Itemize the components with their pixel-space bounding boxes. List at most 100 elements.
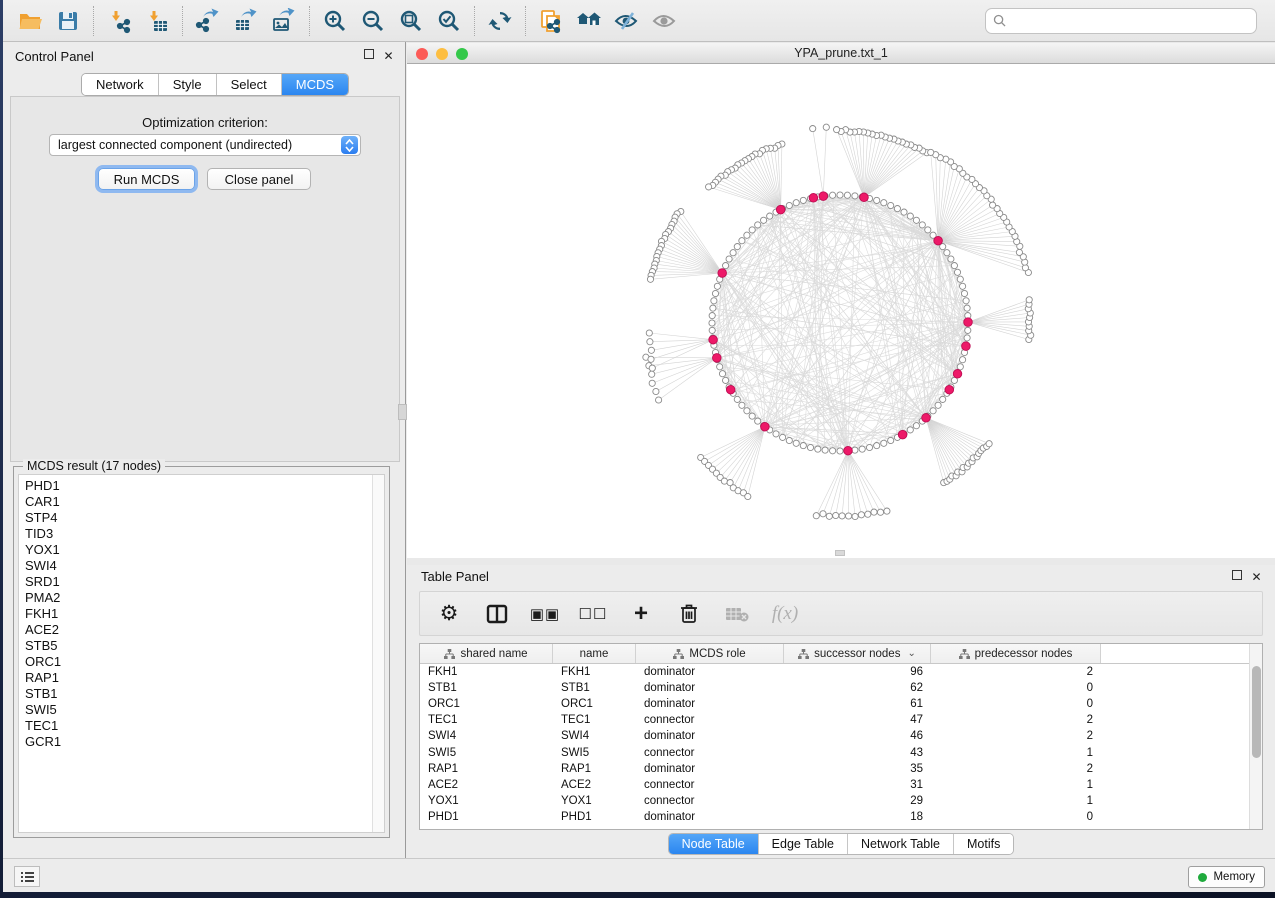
deselect-all-icon[interactable]: ☐☐: [580, 601, 606, 627]
status-bar: Memory: [3, 858, 1275, 892]
result-node-item[interactable]: FKH1: [25, 606, 372, 622]
result-node-item[interactable]: PMA2: [25, 590, 372, 606]
column-header-successor-nodes[interactable]: successor nodes⌄: [784, 644, 931, 663]
zoom-selected-icon[interactable]: [430, 4, 468, 38]
tab-style[interactable]: Style: [159, 74, 217, 95]
tab-select[interactable]: Select: [217, 74, 282, 95]
import-network-icon[interactable]: [100, 4, 138, 38]
show-eye-icon[interactable]: [646, 4, 684, 38]
cell-name: RAP1: [553, 763, 636, 775]
cell-name: TEC1: [553, 714, 636, 726]
table-scrollbar-thumb[interactable]: [1252, 666, 1261, 758]
toolbar-separator: [474, 6, 475, 36]
network-window-title: YPA_prune.txt_1: [407, 46, 1275, 60]
select-all-icon[interactable]: ▣▣: [532, 601, 558, 627]
result-node-item[interactable]: RAP1: [25, 670, 372, 686]
cell-successor-nodes: 62: [784, 682, 931, 694]
tab-motifs[interactable]: Motifs: [954, 834, 1013, 854]
zoom-out-icon[interactable]: [354, 4, 392, 38]
column-header-MCDS-role[interactable]: MCDS role: [636, 644, 784, 663]
tab-network-table[interactable]: Network Table: [848, 834, 954, 854]
close-panel-icon[interactable]: ✕: [382, 49, 395, 62]
table-row[interactable]: TEC1TEC1connector472: [420, 712, 1249, 728]
cell-name: STB1: [553, 682, 636, 694]
zoom-fit-icon[interactable]: [392, 4, 430, 38]
cell-shared-name: PHD1: [420, 811, 553, 823]
table-scrollbar[interactable]: [1249, 644, 1262, 829]
hide-eye-icon[interactable]: [608, 4, 646, 38]
optimization-criterion-label: Optimization criterion:: [11, 115, 399, 130]
close-panel-button[interactable]: Close panel: [207, 168, 311, 190]
home-pair-icon[interactable]: [570, 4, 608, 38]
column-header-predecessor-nodes[interactable]: predecessor nodes: [931, 644, 1101, 663]
cell-MCDS-role: connector: [636, 714, 784, 726]
open-folder-icon[interactable]: [11, 4, 49, 38]
result-node-item[interactable]: TEC1: [25, 718, 372, 734]
result-node-item[interactable]: YOX1: [25, 542, 372, 558]
gear-icon[interactable]: ⚙: [436, 601, 462, 627]
tab-edge-table[interactable]: Edge Table: [759, 834, 848, 854]
cell-shared-name: ORC1: [420, 698, 553, 710]
task-history-button[interactable]: [14, 866, 40, 887]
table-row[interactable]: FKH1FKH1dominator962: [420, 664, 1249, 680]
float-table-panel-icon[interactable]: [1232, 570, 1242, 580]
table-row[interactable]: PHD1PHD1dominator180: [420, 809, 1249, 825]
table-row[interactable]: ORC1ORC1dominator610: [420, 696, 1249, 712]
zoom-in-icon[interactable]: [316, 4, 354, 38]
cell-name: SWI4: [553, 730, 636, 742]
fx-icon: f(x): [772, 601, 798, 627]
optimization-criterion-select[interactable]: largest connected component (undirected): [49, 134, 361, 156]
copy-network-icon[interactable]: [532, 4, 570, 38]
result-node-item[interactable]: CAR1: [25, 494, 372, 510]
table-row[interactable]: STB1STB1dominator620: [420, 680, 1249, 696]
column-header-shared-name[interactable]: shared name: [420, 644, 553, 663]
export-network-icon[interactable]: [189, 4, 227, 38]
trash-icon[interactable]: [676, 601, 702, 627]
search-input[interactable]: [1011, 14, 1249, 28]
result-node-item[interactable]: ACE2: [25, 622, 372, 638]
result-node-item[interactable]: STP4: [25, 510, 372, 526]
add-icon[interactable]: +: [628, 601, 654, 627]
result-node-item[interactable]: PHD1: [25, 478, 372, 494]
result-node-item[interactable]: GCR1: [25, 734, 372, 750]
close-table-panel-icon[interactable]: ✕: [1250, 570, 1263, 583]
result-node-item[interactable]: ORC1: [25, 654, 372, 670]
table-row[interactable]: ACE2ACE2connector311: [420, 777, 1249, 793]
result-node-item[interactable]: SRD1: [25, 574, 372, 590]
canvas-splitter-handle[interactable]: [835, 550, 845, 556]
cell-shared-name: ACE2: [420, 779, 553, 791]
run-mcds-button[interactable]: Run MCDS: [98, 168, 195, 190]
export-table-icon[interactable]: [227, 4, 265, 38]
tab-mcds[interactable]: MCDS: [282, 74, 348, 95]
float-panel-icon[interactable]: [364, 49, 374, 59]
column-header-name[interactable]: name: [553, 644, 636, 663]
network-canvas[interactable]: [407, 64, 1275, 558]
table-row[interactable]: SWI4SWI4dominator462: [420, 728, 1249, 744]
result-list-scrollbar[interactable]: [372, 475, 384, 832]
import-table-icon[interactable]: [138, 4, 176, 38]
result-node-item[interactable]: STB5: [25, 638, 372, 654]
table-row[interactable]: RAP1RAP1dominator352: [420, 761, 1249, 777]
result-node-item[interactable]: SWI5: [25, 702, 372, 718]
tab-network[interactable]: Network: [82, 74, 159, 95]
columns-icon[interactable]: [484, 601, 510, 627]
tab-node-table[interactable]: Node Table: [669, 834, 759, 854]
cell-name: PHD1: [553, 811, 636, 823]
result-node-item[interactable]: SWI4: [25, 558, 372, 574]
cell-successor-nodes: 31: [784, 779, 931, 791]
panel-splitter-handle[interactable]: [398, 404, 407, 420]
export-image-icon[interactable]: [265, 4, 303, 38]
result-node-item[interactable]: TID3: [25, 526, 372, 542]
cell-MCDS-role: dominator: [636, 682, 784, 694]
table-row[interactable]: YOX1YOX1connector291: [420, 793, 1249, 809]
toolbar-separator: [93, 6, 94, 36]
save-icon[interactable]: [49, 4, 87, 38]
search-box[interactable]: [985, 8, 1257, 34]
cell-name: FKH1: [553, 666, 636, 678]
table-row[interactable]: SWI5SWI5connector431: [420, 744, 1249, 760]
result-node-item[interactable]: STB1: [25, 686, 372, 702]
cell-name: ORC1: [553, 698, 636, 710]
refresh-icon[interactable]: [481, 4, 519, 38]
mcds-result-list[interactable]: PHD1CAR1STP4TID3YOX1SWI4SRD1PMA2FKH1ACE2…: [18, 474, 385, 833]
memory-button[interactable]: Memory: [1188, 866, 1265, 888]
